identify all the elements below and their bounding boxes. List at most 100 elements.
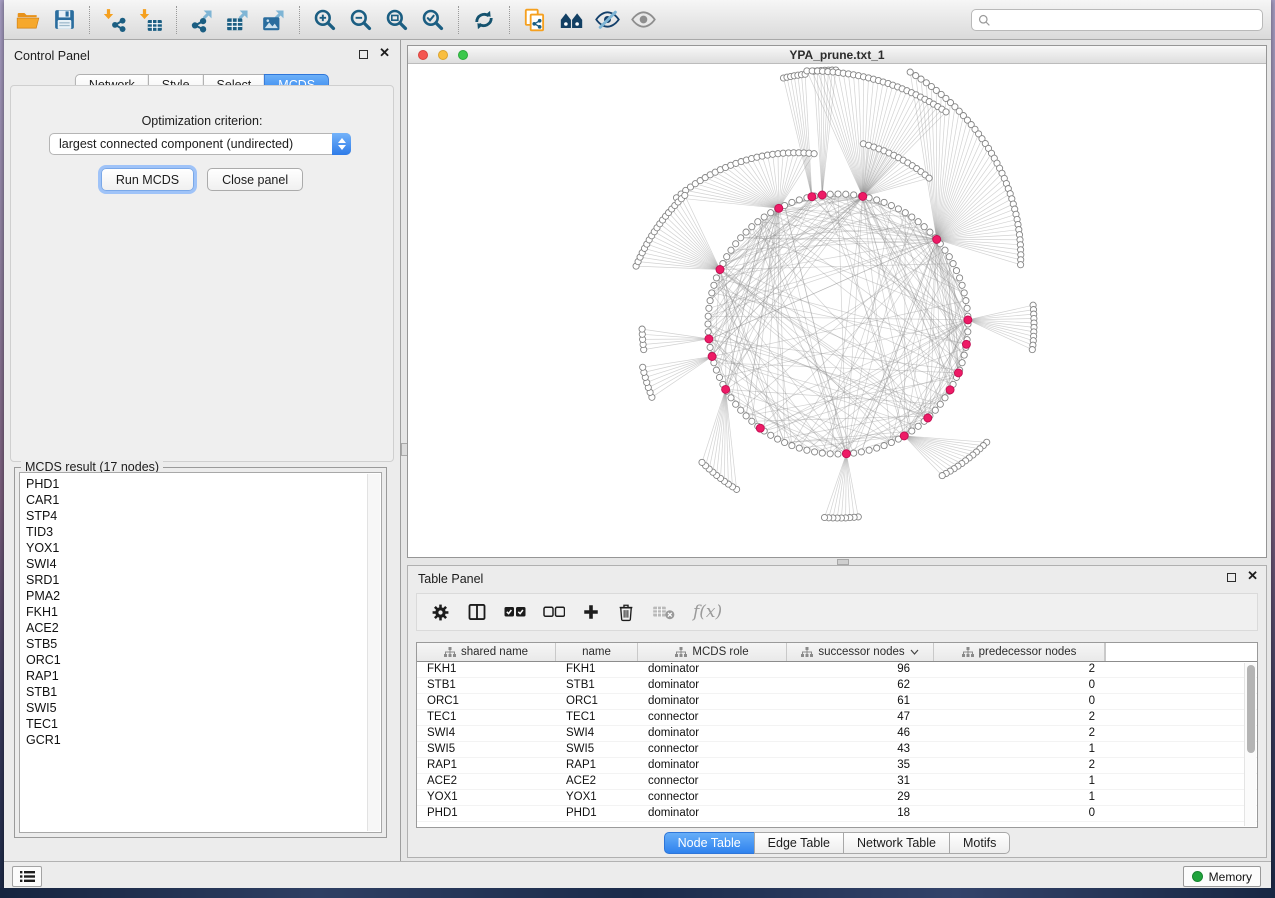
zoom-out-button[interactable] xyxy=(343,4,379,36)
create-column-button[interactable] xyxy=(582,603,600,621)
graph-node[interactable] xyxy=(705,329,711,335)
graph-node[interactable] xyxy=(1018,262,1024,268)
table-row[interactable]: PHD1PHD1dominator180 xyxy=(417,806,1257,822)
graph-node[interactable] xyxy=(927,229,933,235)
graph-hub-node[interactable] xyxy=(808,193,816,201)
mcds-result-item[interactable]: FKH1 xyxy=(21,604,366,620)
graph-node[interactable] xyxy=(738,407,744,413)
graph-node[interactable] xyxy=(782,439,788,445)
graph-node[interactable] xyxy=(819,450,825,456)
table-row[interactable]: YOX1YOX1connector291 xyxy=(417,790,1257,806)
graph-node[interactable] xyxy=(699,459,705,465)
graph-node[interactable] xyxy=(811,151,817,157)
save-session-button[interactable] xyxy=(46,4,82,36)
graph-node[interactable] xyxy=(761,214,767,220)
graph-hub-node[interactable] xyxy=(933,235,941,243)
tab-node-table[interactable]: Node Table xyxy=(664,832,755,854)
graph-node[interactable] xyxy=(939,473,945,479)
select-all-columns-button[interactable] xyxy=(504,606,526,618)
graph-node[interactable] xyxy=(843,191,849,197)
graph-node[interactable] xyxy=(932,407,938,413)
search-input[interactable] xyxy=(996,13,1256,27)
export-network-button[interactable] xyxy=(184,4,220,36)
open-session-button[interactable] xyxy=(10,4,46,36)
graph-node[interactable] xyxy=(705,313,711,319)
graph-node[interactable] xyxy=(711,282,717,288)
mcds-result-item[interactable]: SRD1 xyxy=(21,572,366,588)
table-row[interactable]: ORC1ORC1dominator610 xyxy=(417,694,1257,710)
graph-node[interactable] xyxy=(709,290,715,296)
graph-node[interactable] xyxy=(713,275,719,281)
graph-node[interactable] xyxy=(943,109,949,115)
table-scrollbar-thumb[interactable] xyxy=(1247,665,1255,753)
column-header[interactable]: predecessor nodes xyxy=(934,643,1105,661)
graph-node[interactable] xyxy=(682,192,688,198)
graph-node[interactable] xyxy=(858,449,864,455)
graph-node[interactable] xyxy=(959,282,965,288)
graph-node[interactable] xyxy=(733,241,739,247)
table-row[interactable]: TEC1TEC1connector472 xyxy=(417,710,1257,726)
graph-node[interactable] xyxy=(895,206,901,212)
mcds-result-item[interactable]: STB1 xyxy=(21,684,366,700)
graph-hub-node[interactable] xyxy=(954,369,962,377)
graph-node[interactable] xyxy=(915,219,921,225)
mcds-result-item[interactable]: STP4 xyxy=(21,508,366,524)
sort-chevron-icon[interactable] xyxy=(910,649,919,655)
graph-node[interactable] xyxy=(796,197,802,203)
mcds-result-item[interactable]: TID3 xyxy=(21,524,366,540)
mcds-result-item[interactable]: ACE2 xyxy=(21,620,366,636)
graph-node[interactable] xyxy=(707,298,713,304)
graph-node[interactable] xyxy=(909,214,915,220)
graph-node[interactable] xyxy=(942,247,948,253)
tab-network-table[interactable]: Network Table xyxy=(843,832,950,854)
graph-node[interactable] xyxy=(733,401,739,407)
criterion-select[interactable]: largest connected component (undirected) xyxy=(49,133,351,155)
mcds-result-item[interactable]: STB5 xyxy=(21,636,366,652)
graph-node[interactable] xyxy=(964,305,970,311)
export-table-button[interactable] xyxy=(220,4,256,36)
graph-node[interactable] xyxy=(749,418,755,424)
graph-node[interactable] xyxy=(874,197,880,203)
mcds-result-item[interactable]: CAR1 xyxy=(21,492,366,508)
graph-hub-node[interactable] xyxy=(900,432,908,440)
delete-columns-button[interactable] xyxy=(617,602,635,622)
tab-motifs[interactable]: Motifs xyxy=(949,832,1010,854)
graph-hub-node[interactable] xyxy=(946,386,954,394)
graph-node[interactable] xyxy=(942,395,948,401)
neighbors-button[interactable] xyxy=(553,4,589,36)
tab-edge-table[interactable]: Edge Table xyxy=(754,832,844,854)
network-canvas[interactable] xyxy=(408,64,1266,557)
graph-node[interactable] xyxy=(812,449,818,455)
graph-node[interactable] xyxy=(866,447,872,453)
import-network-button[interactable] xyxy=(97,4,133,36)
zoom-in-button[interactable] xyxy=(307,4,343,36)
task-history-button[interactable] xyxy=(12,866,42,887)
graph-hub-node[interactable] xyxy=(924,414,932,422)
graph-node[interactable] xyxy=(789,199,795,205)
memory-button[interactable]: Memory xyxy=(1183,866,1261,887)
graph-node[interactable] xyxy=(796,445,802,451)
delete-table-button[interactable] xyxy=(652,603,676,621)
mcds-result-item[interactable]: SWI4 xyxy=(21,556,366,572)
duplicate-network-button[interactable] xyxy=(517,4,553,36)
zoom-fit-button[interactable] xyxy=(379,4,415,36)
graph-node[interactable] xyxy=(716,374,722,380)
float-panel-icon[interactable] xyxy=(359,50,368,59)
graph-node[interactable] xyxy=(963,298,969,304)
function-builder-button[interactable]: f(x) xyxy=(693,602,722,622)
graph-node[interactable] xyxy=(713,367,719,373)
table-row[interactable]: RAP1RAP1dominator352 xyxy=(417,758,1257,774)
table-row[interactable]: SWI5SWI5connector431 xyxy=(417,742,1257,758)
column-header[interactable]: name xyxy=(556,643,638,661)
close-panel-button[interactable]: Close panel xyxy=(207,168,303,191)
graph-node[interactable] xyxy=(881,443,887,449)
graph-node[interactable] xyxy=(835,451,841,457)
mcds-result-item[interactable]: GCR1 xyxy=(21,732,366,748)
graph-node[interactable] xyxy=(706,305,712,311)
graph-node[interactable] xyxy=(768,432,774,438)
graph-node[interactable] xyxy=(874,445,880,451)
graph-node[interactable] xyxy=(851,450,857,456)
export-image-button[interactable] xyxy=(256,4,292,36)
mcds-result-item[interactable]: RAP1 xyxy=(21,668,366,684)
graph-hub-node[interactable] xyxy=(716,266,724,274)
